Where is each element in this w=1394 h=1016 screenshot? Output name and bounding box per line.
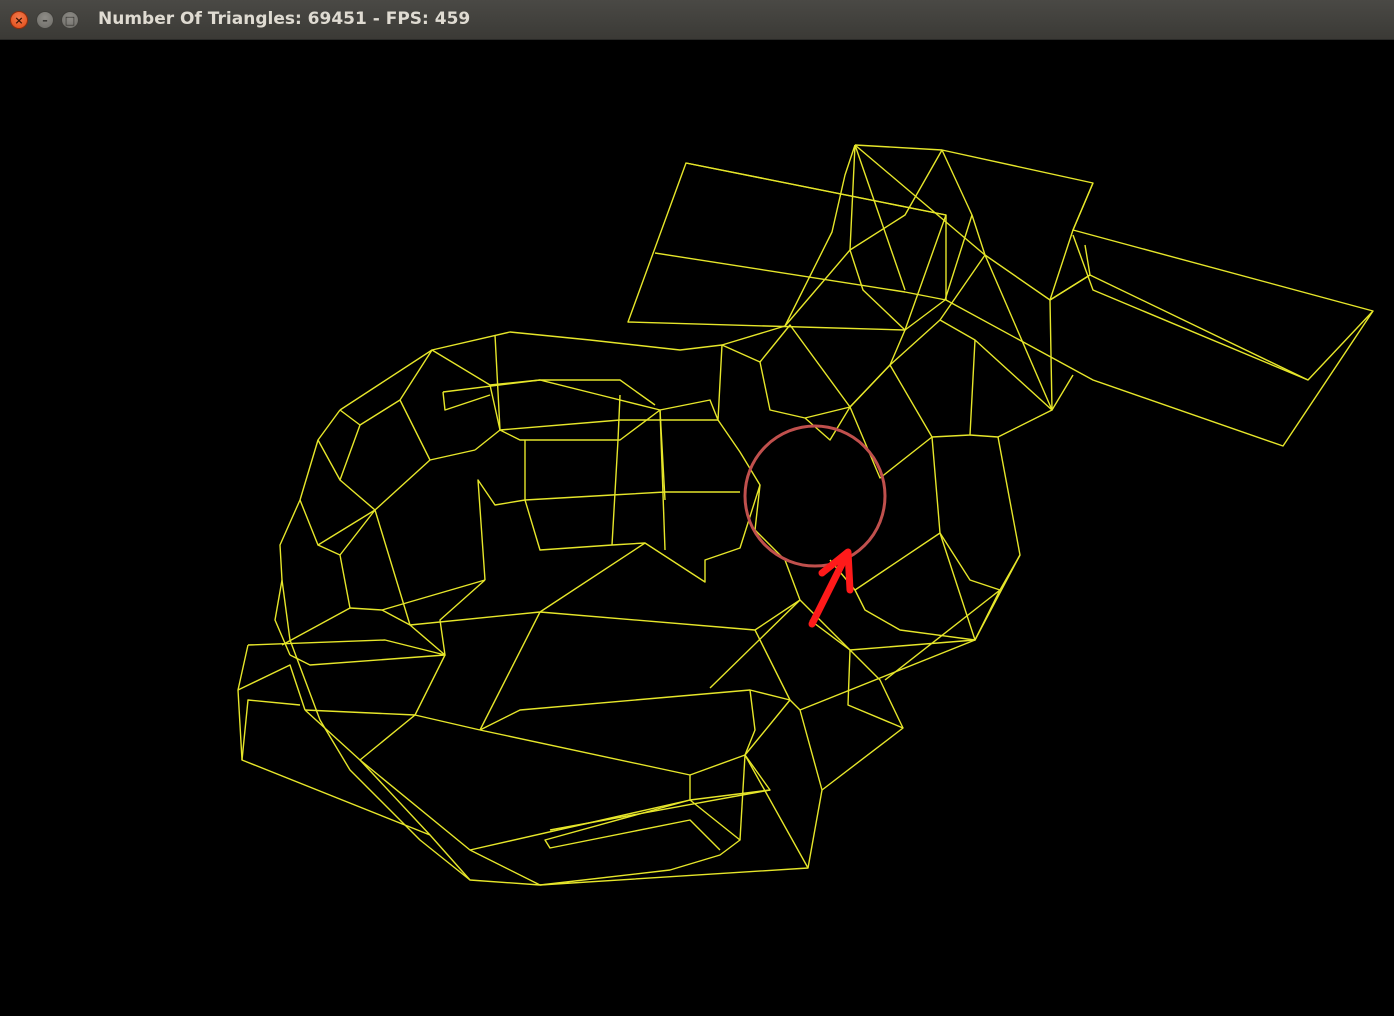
annotation-circle [743, 424, 887, 568]
wireframe-canvas [237, 144, 1374, 886]
annotation-arrow-icon [808, 548, 854, 628]
wireframe-mesh [237, 144, 1374, 886]
annotation-highlight [743, 424, 887, 568]
